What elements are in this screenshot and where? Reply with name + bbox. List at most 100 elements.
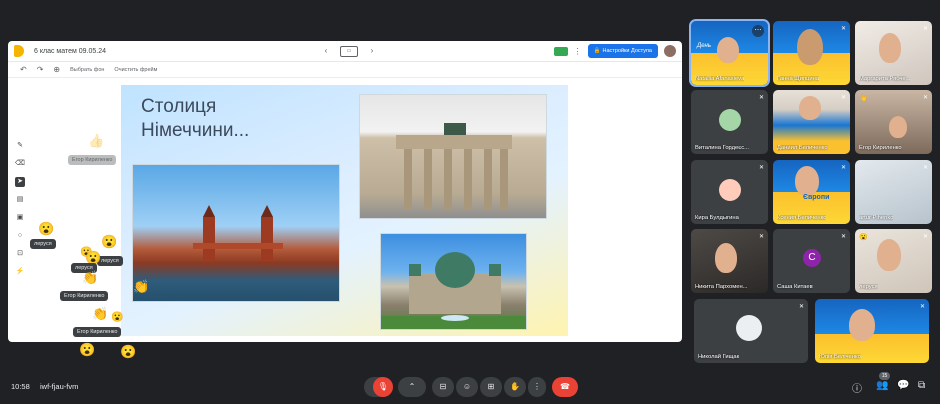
wow-reaction-icon: 😮	[111, 312, 124, 323]
participant-video	[889, 116, 907, 138]
meet-present-icon[interactable]	[553, 46, 568, 56]
mic-off-icon: ✕	[922, 234, 928, 240]
zoom-icon[interactable]: ⊕	[53, 65, 60, 74]
berlin-cathedral-photo	[380, 233, 527, 330]
eraser-icon[interactable]: ⌫	[15, 159, 25, 169]
shared-whiteboard: 6 клас матем 09.05.24 ‹ ▭ › ⋮ 🔒 Настройки…	[8, 41, 682, 342]
select-icon[interactable]: ➤	[15, 177, 25, 187]
frame-indicator-icon[interactable]: ▭	[340, 45, 358, 57]
pen-icon[interactable]: ✎	[15, 141, 25, 151]
participant-video	[795, 166, 819, 196]
participant-tile[interactable]: С ✕ Саша Китаев	[773, 229, 850, 293]
participant-tile[interactable]: Європи ✕ Ксения Беличенко	[773, 160, 850, 224]
participant-tile[interactable]: 👋 ✕ Егор Кириленко	[855, 90, 932, 154]
access-settings-button[interactable]: 🔒 Настройки Доступа	[587, 44, 658, 58]
frame-navigator: ‹ ▭ ›	[320, 45, 378, 57]
participant-tile[interactable]: ✕ Даниил Беличенко	[773, 90, 850, 154]
mic-off-icon: ✕	[922, 95, 928, 101]
participant-name: Кира Булдыгина	[695, 215, 739, 221]
banner-text: День	[697, 43, 712, 49]
participant-name: Егор Кириленко	[859, 145, 902, 151]
participant-tile[interactable]: ✕ Юлія Беліченко	[815, 299, 929, 363]
next-frame-icon[interactable]: ›	[366, 45, 378, 57]
mic-off-icon: ✕	[922, 26, 928, 32]
participant-tile[interactable]: ✕ Ганна Щипцина	[773, 21, 850, 85]
reaction-label: Егор Кириленко	[73, 327, 122, 337]
participant-tile[interactable]: ✕ Никита Пархомен...	[691, 229, 768, 293]
participant-tile[interactable]: ✕ Маргарита Рябче...	[855, 21, 932, 85]
avatar[interactable]	[664, 45, 676, 57]
board-toolbar: ↶ ↷ ⊕ Выбрать фон Очистить фрейм	[8, 62, 682, 78]
leave-call-button[interactable]: ☎	[552, 377, 578, 397]
clear-frame-button[interactable]: Очистить фрейм	[114, 67, 157, 73]
participant-tile[interactable]: ✕ Кира Булдыгина	[691, 160, 768, 224]
participant-video	[877, 239, 901, 271]
participant-video	[797, 29, 823, 65]
participant-name: Саша Китаев	[777, 284, 813, 290]
participant-name: леруся	[859, 284, 878, 290]
activities-icon[interactable]: ⧉	[918, 380, 925, 391]
reaction-label: Егор Кириленко	[60, 291, 109, 301]
participant-video	[717, 37, 739, 63]
participant-name: Юлія Беліченко	[819, 354, 861, 360]
clap-reaction-icon: 👏	[133, 279, 150, 294]
thumbs-up-reaction-icon: 👍	[88, 133, 105, 148]
laser-icon[interactable]: ⚡	[15, 267, 25, 277]
slide: Столиця Німеччини...	[121, 85, 568, 336]
chat-icon[interactable]: 💬	[897, 380, 909, 391]
meeting-code: iwf-fjau-fvm	[40, 382, 79, 391]
avatar: С	[803, 249, 821, 267]
mic-off-icon: ✕	[840, 26, 846, 32]
gate-shape-icon	[396, 123, 512, 209]
participant-tile[interactable]: День ⋯ Natallia Afanasieva	[689, 19, 770, 87]
present-button[interactable]: ⊞	[480, 377, 502, 397]
participants-count-badge: 15	[879, 372, 890, 380]
mic-toggle-button[interactable]: 🎙	[373, 377, 393, 397]
undo-icon[interactable]: ↶	[20, 65, 27, 74]
meet-window: 6 клас матем 09.05.24 ‹ ▭ › ⋮ 🔒 Настройки…	[0, 0, 940, 404]
wow-reaction-icon: 😮	[120, 344, 137, 359]
more-options-icon[interactable]: ⋮	[574, 47, 582, 56]
prev-frame-icon[interactable]: ‹	[320, 45, 332, 57]
cathedral-shape-icon	[381, 252, 526, 329]
mic-off-icon: ✕	[758, 234, 764, 240]
wow-reaction-icon: 😮	[79, 342, 96, 357]
more-options-button[interactable]: ⋮	[528, 377, 546, 397]
redo-icon[interactable]: ↷	[37, 65, 44, 74]
hand-raised-icon: 👋	[859, 95, 868, 102]
participant-video	[799, 96, 821, 120]
people-icon[interactable]: 👥	[876, 380, 888, 391]
avatar	[736, 315, 762, 341]
slide-title: Столиця Німеччини...	[141, 96, 250, 141]
more-options-icon[interactable]: ⋯	[752, 25, 764, 37]
set-background-button[interactable]: Выбрать фон	[70, 67, 104, 73]
participant-tile[interactable]: ✕ artur Pihenko	[855, 160, 932, 224]
clock: 10:58	[11, 382, 30, 391]
info-icon[interactable]: ⓘ	[852, 380, 862, 395]
participant-video	[849, 309, 875, 341]
captions-button[interactable]: ⊟	[432, 377, 454, 397]
drawing-tools: ✎ ⌫ ➤ ▤ ▣ ○ ⊡ ⚡	[14, 141, 26, 277]
textbox-icon[interactable]: ⊡	[15, 249, 25, 259]
wow-reaction-icon: 😮	[101, 234, 118, 249]
camera-options-button[interactable]: ⌃	[398, 377, 426, 397]
participant-tile[interactable]: ✕ Николай Гищак	[694, 299, 808, 363]
reaction-label: Егор Кириленко	[68, 155, 117, 165]
participant-tile[interactable]: 😮 ✕ леруся	[855, 229, 932, 293]
mic-off-icon: ✕	[840, 234, 846, 240]
participant-name: Никита Пархомен...	[695, 284, 748, 290]
wow-reaction-icon: 😮	[38, 221, 55, 236]
participant-name: Даниил Беличенко	[777, 145, 828, 151]
mic-off-icon: ✕	[840, 95, 846, 101]
mic-off-icon: ✕	[798, 304, 804, 310]
circle-icon[interactable]: ○	[15, 231, 25, 241]
image-icon[interactable]: ▣	[15, 213, 25, 223]
sticky-note-icon[interactable]: ▤	[15, 195, 25, 205]
participant-tile[interactable]: ✕ Виталина Гордеєс...	[691, 90, 768, 154]
mic-off-icon: 🎙	[377, 382, 389, 391]
mic-off-icon: ✕	[922, 165, 928, 171]
oberbaum-bridge-photo	[132, 164, 340, 302]
emoji-button[interactable]: ☺	[456, 377, 478, 397]
raise-hand-button[interactable]: ✋	[504, 377, 526, 397]
more-options-icon: ⋮	[533, 382, 541, 391]
